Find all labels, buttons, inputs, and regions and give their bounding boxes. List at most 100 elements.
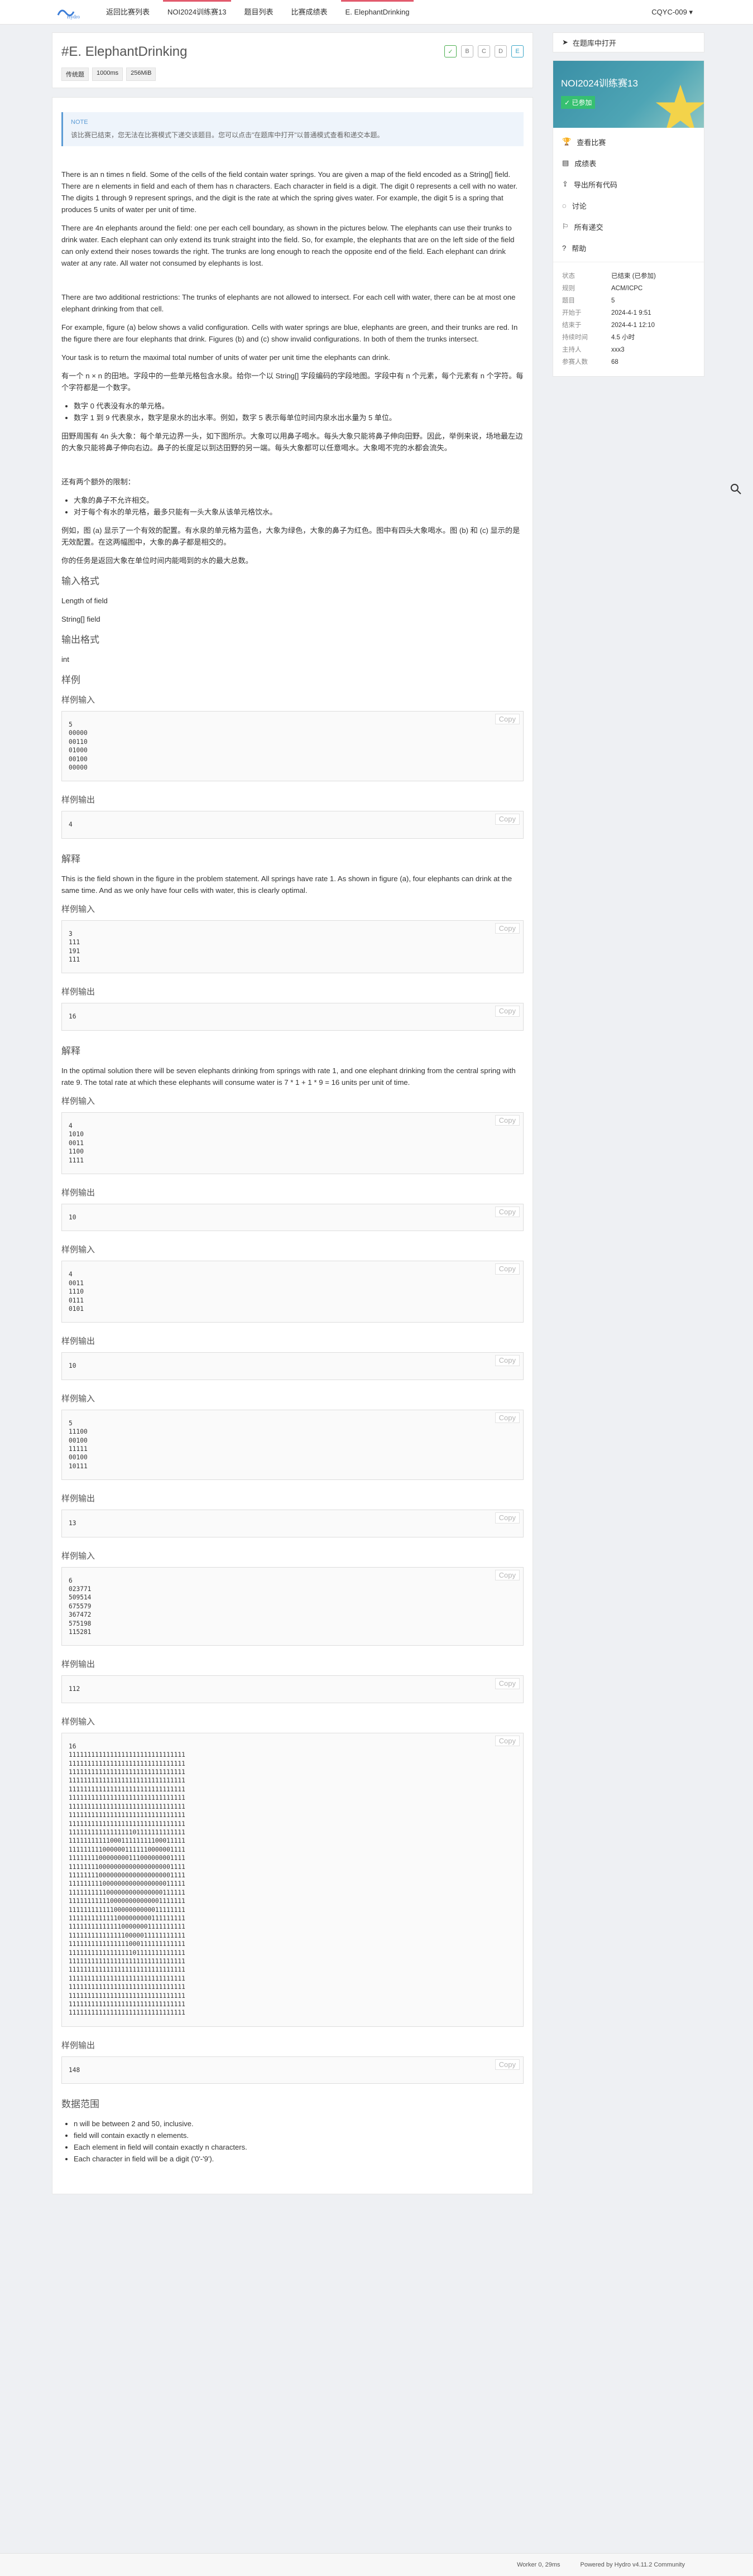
sample-input-block: 5 11100 00100 11111 00100 10111 Copy bbox=[61, 1409, 524, 1481]
tag-type: 传统题 bbox=[61, 68, 89, 81]
contest-card: NOI2024训练赛13 ✓ 已参加 🏆 查看比赛 ▤ 成绩表 ⇪ 导出所有代码 ◌ 讨… bbox=[553, 60, 704, 377]
nav-contest-home[interactable]: NOI2024训练赛13 bbox=[159, 0, 236, 25]
top-navbar: Hydro 返回比赛列表 NOI2024训练赛13 题目列表 比赛成绩表 E. … bbox=[0, 0, 753, 25]
sample-output-block: 148 Copy bbox=[61, 2056, 524, 2084]
problem-switcher: ✓ B C D E bbox=[444, 45, 524, 57]
output-format-line: int bbox=[61, 655, 69, 664]
menu-discussion[interactable]: ◌ 讨论 bbox=[553, 195, 704, 216]
range-item: field will contain exactly n elements. bbox=[74, 2130, 524, 2141]
note-title: NOTE bbox=[71, 119, 88, 126]
copy-button[interactable]: Copy bbox=[495, 1114, 520, 1126]
menu-view-contest[interactable]: 🏆 查看比赛 bbox=[553, 131, 704, 152]
copy-button[interactable]: Copy bbox=[495, 922, 520, 934]
info-row: 题目 5 bbox=[562, 297, 615, 304]
copy-button[interactable]: Copy bbox=[495, 2059, 520, 2070]
statement-para: There are 4n elephants around the field:… bbox=[61, 224, 515, 267]
arrow-icon: ➤ bbox=[562, 38, 568, 46]
problem-chip-e[interactable]: E bbox=[511, 45, 524, 57]
copy-button[interactable]: Copy bbox=[495, 1569, 520, 1580]
explain-text: This is the field shown in the figure in… bbox=[61, 874, 512, 895]
copy-button[interactable]: Copy bbox=[495, 1206, 520, 1218]
copy-button[interactable]: Copy bbox=[495, 814, 520, 825]
data-range-heading: 数据范围 bbox=[61, 2099, 99, 2110]
sample-input-block: 6 023771 509514 675579 367472 575198 115… bbox=[61, 1566, 524, 1646]
footer-powered[interactable]: Powered by Hydro v4.11.2 Community bbox=[581, 2561, 685, 2568]
sample-input-block: 5 00000 00110 01000 00100 00000 Copy bbox=[61, 711, 524, 782]
sample-output-block: 10 Copy bbox=[61, 1352, 524, 1380]
nav-problem-list[interactable]: 题目列表 bbox=[236, 0, 282, 25]
contest-banner: NOI2024训练赛13 ✓ 已参加 bbox=[553, 61, 704, 128]
sample-output-block: 16 Copy bbox=[61, 1003, 524, 1031]
copy-button[interactable]: Copy bbox=[495, 1678, 520, 1689]
info-row: 参赛人数 68 bbox=[562, 359, 618, 366]
problem-chip-d[interactable]: D bbox=[495, 45, 507, 57]
problem-chip-c[interactable]: C bbox=[478, 45, 490, 57]
info-row: 持续时间 4.5 小时 bbox=[562, 334, 635, 341]
sample-input-block: 16 1111111111111111111111111111111 11111… bbox=[61, 1732, 524, 2027]
info-row: 状态 已结束 (已参加) bbox=[562, 273, 656, 280]
nav-current-problem[interactable]: E. ElephantDrinking bbox=[337, 0, 419, 25]
explain-heading: 解释 bbox=[61, 1045, 80, 1056]
problem-chip-b[interactable]: B bbox=[461, 45, 473, 57]
nav-scoreboard[interactable]: 比赛成绩表 bbox=[282, 0, 337, 25]
sample-output-label: 样例输出 bbox=[61, 1188, 95, 1198]
list-item: 对于每个有水的单元格，最多只能有一头大象从该单元格饮水。 bbox=[74, 506, 524, 518]
copy-button[interactable]: Copy bbox=[495, 1006, 520, 1017]
hydro-logo[interactable]: Hydro bbox=[56, 4, 84, 21]
export-icon: ⇪ bbox=[562, 180, 568, 188]
flag-icon: ⚐ bbox=[562, 222, 569, 230]
sample-output-block: 112 Copy bbox=[61, 1675, 524, 1703]
input-format-heading: 输入格式 bbox=[61, 576, 99, 587]
range-item: Each element in field will contain exact… bbox=[74, 2141, 524, 2153]
copy-button[interactable]: Copy bbox=[495, 1735, 520, 1747]
sample-output-block: 10 Copy bbox=[61, 1203, 524, 1232]
copy-button[interactable]: Copy bbox=[495, 1263, 520, 1275]
samples-container: 样例输入 5 00000 00110 01000 00100 00000 Copy 样… bbox=[61, 694, 524, 2084]
tag-memory-limit: 256MiB bbox=[126, 68, 156, 81]
sample-input-label: 样例输入 bbox=[61, 695, 95, 705]
problem-chip-a[interactable]: ✓ bbox=[444, 45, 457, 57]
copy-button[interactable]: Copy bbox=[495, 1412, 520, 1424]
sample-input-label: 样例输入 bbox=[61, 1245, 95, 1255]
user-menu[interactable]: CQYC-009 ▾ bbox=[651, 0, 693, 25]
input-format-line: String[] field bbox=[61, 615, 100, 623]
contest-ended-note: NOTE 该比赛已结束，您无法在比赛模式下递交该题目。您可以点击"在题库中打开"… bbox=[61, 112, 524, 146]
nav-back-contests[interactable]: 返回比赛列表 bbox=[97, 0, 159, 25]
statement-para: There is an n times n field. Some of the… bbox=[61, 170, 518, 214]
trophy-icon: 🏆 bbox=[562, 137, 572, 146]
sample-input-label: 样例输入 bbox=[61, 1393, 95, 1404]
open-in-problemset-button[interactable]: ➤ 在题库中打开 bbox=[553, 32, 704, 52]
menu-all-submissions[interactable]: ⚐ 所有递交 bbox=[553, 216, 704, 237]
sample-input-label: 样例输入 bbox=[61, 1096, 95, 1106]
sample-output-block: 13 Copy bbox=[61, 1510, 524, 1537]
info-row: 结束于 2024-4-1 12:10 bbox=[562, 322, 655, 329]
note-text: 该比赛已结束，您无法在比赛模式下递交该题目。您可以点击"在题库中打开"以普通模式… bbox=[71, 131, 384, 139]
sample-output-label: 样例输出 bbox=[61, 2040, 95, 2050]
range-item: Each character in field will be a digit … bbox=[74, 2153, 524, 2165]
contest-info: 状态 已结束 (已参加) 规则 ACM/ICPC 题目 5 开始于 2024-4-1 9… bbox=[553, 262, 704, 376]
menu-help[interactable]: ? 帮助 bbox=[553, 237, 704, 258]
statement-cn-para: 例如，图 (a) 显示了一个有效的配置。有水泉的单元格为蓝色，大象为绿色，大象的… bbox=[61, 526, 520, 546]
copy-button[interactable]: Copy bbox=[495, 714, 520, 725]
sample-input-label: 样例输入 bbox=[61, 1551, 95, 1561]
menu-label: 讨论 bbox=[572, 201, 587, 210]
statement-cn-para: 你的任务是返回大象在单位时间内能喝到的水的最大总数。 bbox=[61, 556, 253, 565]
samples-heading: 样例 bbox=[61, 675, 80, 685]
info-row: 规则 ACM/ICPC bbox=[562, 285, 643, 292]
open-label: 在题库中打开 bbox=[572, 39, 616, 47]
sample-input-block: 3 111 191 111 Copy bbox=[61, 920, 524, 974]
sample-input-label: 样例输入 bbox=[61, 1717, 95, 1727]
problem-header: #E. ElephantDrinking ✓ B C D E 传统题 1000m… bbox=[52, 32, 533, 88]
menu-export-code[interactable]: ⇪ 导出所有代码 bbox=[553, 174, 704, 195]
menu-label: 查看比赛 bbox=[577, 138, 606, 147]
input-format-line: Length of field bbox=[61, 597, 108, 605]
copy-button[interactable]: Copy bbox=[495, 1355, 520, 1366]
copy-button[interactable]: Copy bbox=[495, 1512, 520, 1524]
sample-output-block: 4 Copy bbox=[61, 811, 524, 839]
menu-scoreboard[interactable]: ▤ 成绩表 bbox=[553, 152, 704, 174]
list-item: 大象的鼻子不允许相交。 bbox=[74, 494, 524, 506]
search-icon[interactable] bbox=[729, 482, 742, 496]
list-item: 数字 0 代表没有水的单元格。 bbox=[74, 400, 524, 412]
sample-output-label: 样例输出 bbox=[61, 1337, 95, 1347]
footer-worker: Worker 0, 29ms bbox=[517, 2561, 560, 2568]
